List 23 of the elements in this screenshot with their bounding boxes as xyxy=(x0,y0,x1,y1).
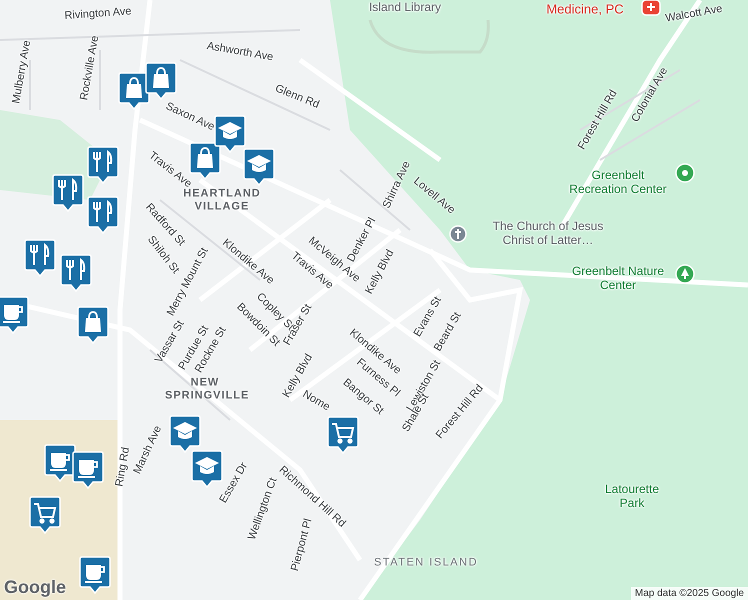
street-label: Pierpont Pl xyxy=(288,517,316,573)
street-label: Kelly Blvd xyxy=(363,248,397,296)
google-logo: Google xyxy=(4,577,66,598)
area-label: STATEN ISLAND xyxy=(374,556,478,570)
place-label: The Church of Jesus Christ of Latter… xyxy=(492,220,604,248)
street-label: Walcott Ave xyxy=(664,2,724,26)
neighborhood-label: HEARTLAND VILLAGE xyxy=(182,187,262,213)
place-label: Island Library xyxy=(368,1,442,15)
park-label: Greenbelt Recreation Center xyxy=(568,169,668,197)
park-label: Latourette Park xyxy=(604,483,660,511)
map-attribution: Map data ©2025 Google xyxy=(630,587,748,600)
medical-marker-icon[interactable] xyxy=(641,0,661,16)
park-label: Greenbelt Nature Center xyxy=(570,265,666,293)
street-label: Shirra Ave xyxy=(380,159,414,211)
street-label: Mulberry Ave xyxy=(10,39,34,105)
street-label: Ring Rd xyxy=(113,446,133,488)
street-label: Glenn Rd xyxy=(273,82,321,112)
park-marker-icon[interactable] xyxy=(675,163,695,183)
church-marker-icon[interactable] xyxy=(449,225,467,243)
street-label: Rivington Ave xyxy=(64,5,132,23)
clinic-label: Medicine, PC xyxy=(546,2,624,18)
street-label: Ashworth Ave xyxy=(206,40,274,64)
street-label: Rockville Ave xyxy=(78,34,102,102)
